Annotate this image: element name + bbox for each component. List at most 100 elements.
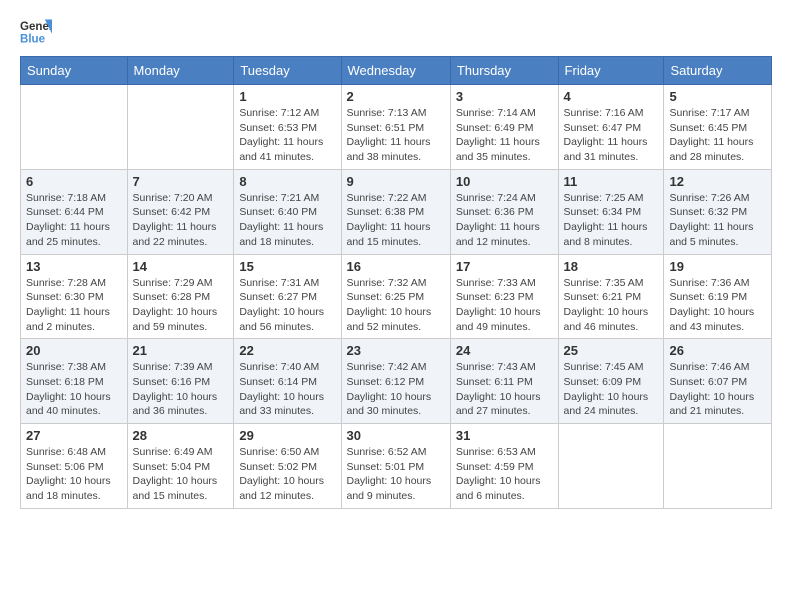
day-number: 9 <box>347 174 445 189</box>
calendar-cell: 13 Sunrise: 7:28 AM Sunset: 6:30 PM Dayli… <box>21 254 128 339</box>
day-number: 2 <box>347 89 445 104</box>
calendar-cell: 29Sunrise: 6:50 AM Sunset: 5:02 PM Dayli… <box>234 424 341 509</box>
day-header-wednesday: Wednesday <box>341 57 450 85</box>
week-row-4: 20 Sunrise: 7:38 AM Sunset: 6:18 PM Dayli… <box>21 339 772 424</box>
calendar-cell: 20 Sunrise: 7:38 AM Sunset: 6:18 PM Dayli… <box>21 339 128 424</box>
calendar-cell: 18Sunrise: 7:35 AM Sunset: 6:21 PM Dayli… <box>558 254 664 339</box>
day-detail: Sunrise: 7:31 AM Sunset: 6:27 PM Dayligh… <box>239 276 335 335</box>
calendar-cell: 7Sunrise: 7:20 AM Sunset: 6:42 PM Daylig… <box>127 169 234 254</box>
day-header-monday: Monday <box>127 57 234 85</box>
day-detail: Sunrise: 6:52 AM Sunset: 5:01 PM Dayligh… <box>347 445 445 504</box>
calendar-cell: 30Sunrise: 6:52 AM Sunset: 5:01 PM Dayli… <box>341 424 450 509</box>
calendar-cell <box>127 85 234 170</box>
day-number: 22 <box>239 343 335 358</box>
day-detail: Sunrise: 7:18 AM Sunset: 6:44 PM Dayligh… <box>26 191 122 250</box>
day-number: 29 <box>239 428 335 443</box>
week-row-1: 1 Sunrise: 7:12 AM Sunset: 6:53 PM Daylig… <box>21 85 772 170</box>
day-number: 27 <box>26 428 122 443</box>
day-detail: Sunrise: 7:17 AM Sunset: 6:45 PM Dayligh… <box>669 106 766 165</box>
day-detail: Sunrise: 7:28 AM Sunset: 6:30 PM Dayligh… <box>26 276 122 335</box>
day-number: 18 <box>564 259 659 274</box>
day-number: 5 <box>669 89 766 104</box>
day-number: 4 <box>564 89 659 104</box>
calendar-cell: 2 Sunrise: 7:13 AM Sunset: 6:51 PM Daylig… <box>341 85 450 170</box>
day-number: 15 <box>239 259 335 274</box>
day-detail: Sunrise: 7:12 AM Sunset: 6:53 PM Dayligh… <box>239 106 335 165</box>
day-number: 12 <box>669 174 766 189</box>
day-detail: Sunrise: 6:53 AM Sunset: 4:59 PM Dayligh… <box>456 445 553 504</box>
calendar-cell: 21Sunrise: 7:39 AM Sunset: 6:16 PM Dayli… <box>127 339 234 424</box>
day-number: 20 <box>26 343 122 358</box>
day-detail: Sunrise: 7:45 AM Sunset: 6:09 PM Dayligh… <box>564 360 659 419</box>
day-header-saturday: Saturday <box>664 57 772 85</box>
day-detail: Sunrise: 7:38 AM Sunset: 6:18 PM Dayligh… <box>26 360 122 419</box>
logo: General Blue <box>20 16 52 48</box>
page: General Blue SundayMondayTuesdayWednesda… <box>0 0 792 525</box>
day-number: 13 <box>26 259 122 274</box>
day-detail: Sunrise: 7:32 AM Sunset: 6:25 PM Dayligh… <box>347 276 445 335</box>
day-number: 11 <box>564 174 659 189</box>
calendar-cell: 11 Sunrise: 7:25 AM Sunset: 6:34 PM Dayli… <box>558 169 664 254</box>
calendar-cell: 31Sunrise: 6:53 AM Sunset: 4:59 PM Dayli… <box>450 424 558 509</box>
calendar-cell <box>21 85 128 170</box>
day-detail: Sunrise: 7:43 AM Sunset: 6:11 PM Dayligh… <box>456 360 553 419</box>
calendar-cell: 23 Sunrise: 7:42 AM Sunset: 6:12 PM Dayli… <box>341 339 450 424</box>
day-detail: Sunrise: 7:36 AM Sunset: 6:19 PM Dayligh… <box>669 276 766 335</box>
day-header-thursday: Thursday <box>450 57 558 85</box>
week-row-5: 27Sunrise: 6:48 AM Sunset: 5:06 PM Dayli… <box>21 424 772 509</box>
calendar-cell: 26 Sunrise: 7:46 AM Sunset: 6:07 PM Dayli… <box>664 339 772 424</box>
day-number: 7 <box>133 174 229 189</box>
day-header-friday: Friday <box>558 57 664 85</box>
day-number: 6 <box>26 174 122 189</box>
calendar-cell: 24 Sunrise: 7:43 AM Sunset: 6:11 PM Dayli… <box>450 339 558 424</box>
day-number: 24 <box>456 343 553 358</box>
calendar-cell: 25 Sunrise: 7:45 AM Sunset: 6:09 PM Dayli… <box>558 339 664 424</box>
day-detail: Sunrise: 7:46 AM Sunset: 6:07 PM Dayligh… <box>669 360 766 419</box>
day-number: 8 <box>239 174 335 189</box>
day-number: 14 <box>133 259 229 274</box>
day-number: 26 <box>669 343 766 358</box>
calendar-cell: 22 Sunrise: 7:40 AM Sunset: 6:14 PM Dayli… <box>234 339 341 424</box>
calendar-cell: 17 Sunrise: 7:33 AM Sunset: 6:23 PM Dayli… <box>450 254 558 339</box>
day-detail: Sunrise: 7:13 AM Sunset: 6:51 PM Dayligh… <box>347 106 445 165</box>
calendar-cell: 28Sunrise: 6:49 AM Sunset: 5:04 PM Dayli… <box>127 424 234 509</box>
day-detail: Sunrise: 7:16 AM Sunset: 6:47 PM Dayligh… <box>564 106 659 165</box>
day-detail: Sunrise: 7:22 AM Sunset: 6:38 PM Dayligh… <box>347 191 445 250</box>
day-number: 16 <box>347 259 445 274</box>
day-number: 25 <box>564 343 659 358</box>
calendar-cell: 9 Sunrise: 7:22 AM Sunset: 6:38 PM Daylig… <box>341 169 450 254</box>
day-number: 23 <box>347 343 445 358</box>
calendar-cell: 19 Sunrise: 7:36 AM Sunset: 6:19 PM Dayli… <box>664 254 772 339</box>
day-detail: Sunrise: 7:14 AM Sunset: 6:49 PM Dayligh… <box>456 106 553 165</box>
calendar-cell: 10 Sunrise: 7:24 AM Sunset: 6:36 PM Dayli… <box>450 169 558 254</box>
calendar-cell: 6 Sunrise: 7:18 AM Sunset: 6:44 PM Daylig… <box>21 169 128 254</box>
day-detail: Sunrise: 7:42 AM Sunset: 6:12 PM Dayligh… <box>347 360 445 419</box>
calendar-cell: 8 Sunrise: 7:21 AM Sunset: 6:40 PM Daylig… <box>234 169 341 254</box>
calendar-cell: 27Sunrise: 6:48 AM Sunset: 5:06 PM Dayli… <box>21 424 128 509</box>
calendar-cell: 14 Sunrise: 7:29 AM Sunset: 6:28 PM Dayli… <box>127 254 234 339</box>
day-detail: Sunrise: 7:24 AM Sunset: 6:36 PM Dayligh… <box>456 191 553 250</box>
day-detail: Sunrise: 7:21 AM Sunset: 6:40 PM Dayligh… <box>239 191 335 250</box>
day-number: 10 <box>456 174 553 189</box>
calendar-cell: 12 Sunrise: 7:26 AM Sunset: 6:32 PM Dayli… <box>664 169 772 254</box>
calendar-cell: 5 Sunrise: 7:17 AM Sunset: 6:45 PM Daylig… <box>664 85 772 170</box>
day-detail: Sunrise: 7:26 AM Sunset: 6:32 PM Dayligh… <box>669 191 766 250</box>
day-detail: Sunrise: 7:29 AM Sunset: 6:28 PM Dayligh… <box>133 276 229 335</box>
calendar-cell <box>664 424 772 509</box>
week-row-3: 13 Sunrise: 7:28 AM Sunset: 6:30 PM Dayli… <box>21 254 772 339</box>
day-number: 1 <box>239 89 335 104</box>
calendar-table: SundayMondayTuesdayWednesdayThursdayFrid… <box>20 56 772 509</box>
day-number: 3 <box>456 89 553 104</box>
calendar-cell: 16 Sunrise: 7:32 AM Sunset: 6:25 PM Dayli… <box>341 254 450 339</box>
header: General Blue <box>20 16 772 48</box>
header-row: SundayMondayTuesdayWednesdayThursdayFrid… <box>21 57 772 85</box>
calendar-cell: 15 Sunrise: 7:31 AM Sunset: 6:27 PM Dayli… <box>234 254 341 339</box>
day-detail: Sunrise: 7:25 AM Sunset: 6:34 PM Dayligh… <box>564 191 659 250</box>
logo-icon: General Blue <box>20 16 52 48</box>
day-detail: Sunrise: 7:33 AM Sunset: 6:23 PM Dayligh… <box>456 276 553 335</box>
day-number: 17 <box>456 259 553 274</box>
day-header-sunday: Sunday <box>21 57 128 85</box>
day-number: 19 <box>669 259 766 274</box>
day-detail: Sunrise: 7:40 AM Sunset: 6:14 PM Dayligh… <box>239 360 335 419</box>
calendar-cell <box>558 424 664 509</box>
